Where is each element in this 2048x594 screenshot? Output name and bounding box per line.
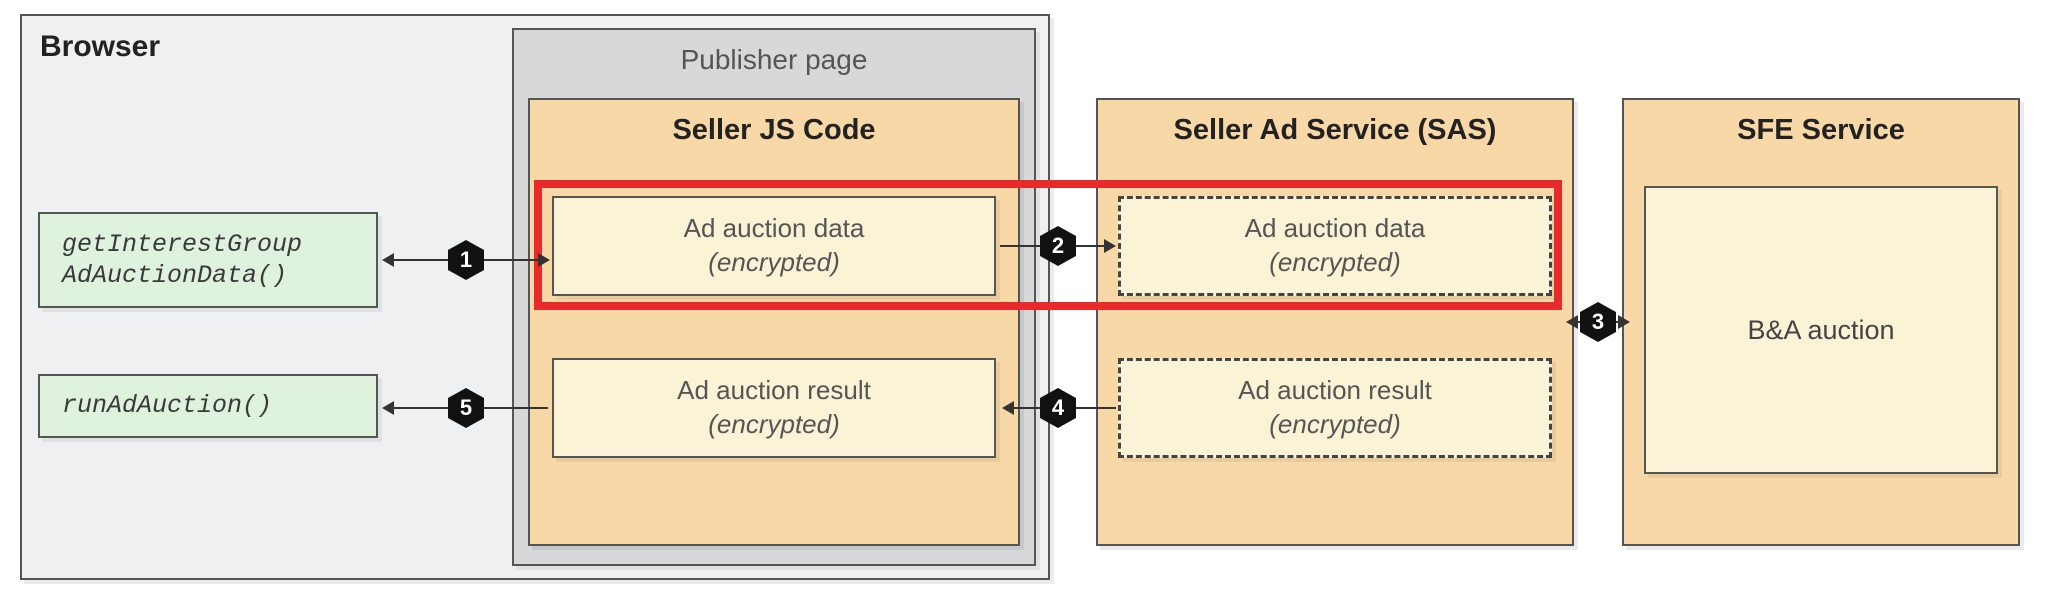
sas-data-line1: Ad auction data: [1121, 212, 1549, 246]
sas-container: Seller Ad Service (SAS): [1096, 98, 1574, 546]
seller-js-data-box: Ad auction data (encrypted): [552, 196, 996, 296]
sas-data-box: Ad auction data (encrypted): [1118, 196, 1552, 296]
result-line2: (encrypted): [554, 408, 994, 442]
arrow-2-head: [1104, 239, 1116, 253]
sfe-title: SFE Service: [1624, 100, 2018, 147]
publisher-page-title: Publisher page: [514, 30, 1034, 76]
step-4-badge: 4: [1036, 386, 1080, 430]
run-ad-auction-fn: runAdAuction(): [38, 374, 378, 438]
arrow-4-head: [1002, 401, 1014, 415]
ba-auction-box: B&A auction: [1644, 186, 1998, 474]
sas-title: Seller Ad Service (SAS): [1098, 100, 1572, 147]
step-5-badge: 5: [444, 386, 488, 430]
arrow-1-head-right: [538, 253, 550, 267]
sas-result-line2: (encrypted): [1121, 408, 1549, 442]
step-3-badge: 3: [1576, 300, 1620, 344]
seller-js-title: Seller JS Code: [530, 100, 1018, 147]
browser-title: Browser: [40, 30, 160, 64]
result-line1: Ad auction result: [554, 374, 994, 408]
seller-js-container: Seller JS Code: [528, 98, 1020, 546]
sas-data-line2: (encrypted): [1121, 246, 1549, 280]
sas-result-box: Ad auction result (encrypted): [1118, 358, 1552, 458]
arrow-5-head: [382, 401, 394, 415]
step-2-badge: 2: [1036, 224, 1080, 268]
get-interest-group-fn: getInterestGroup AdAuctionData(): [38, 212, 378, 308]
sas-result-line1: Ad auction result: [1121, 374, 1549, 408]
data-line1: Ad auction data: [554, 212, 994, 246]
data-line2: (encrypted): [554, 246, 994, 280]
seller-js-result-box: Ad auction result (encrypted): [552, 358, 996, 458]
arrow-1-head-left: [382, 253, 394, 267]
step-1-badge: 1: [444, 238, 488, 282]
